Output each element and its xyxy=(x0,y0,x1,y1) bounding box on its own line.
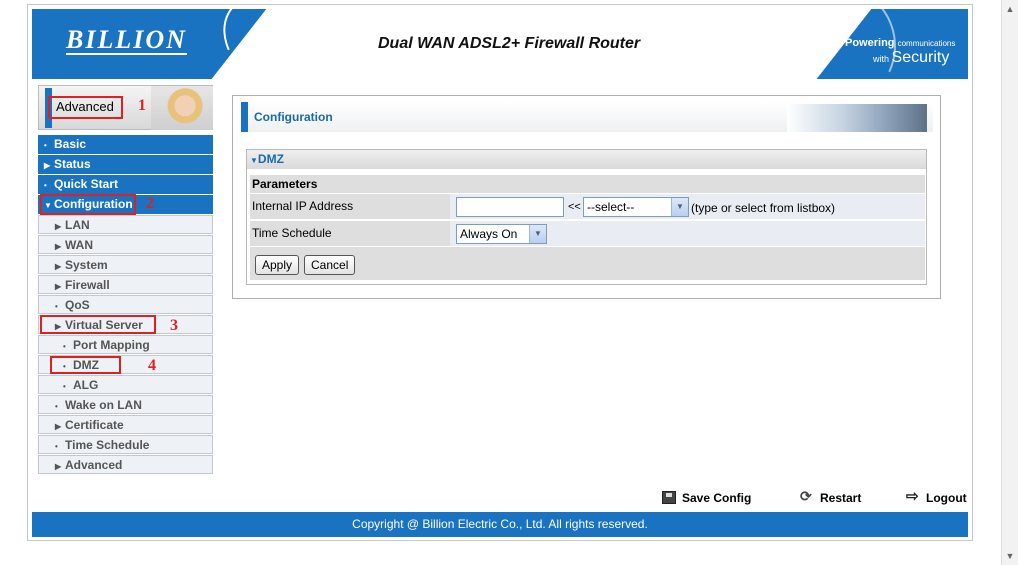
annotation-box-1 xyxy=(48,96,123,119)
sidebar-item-qos[interactable]: • QoS xyxy=(38,295,213,314)
restart-button[interactable]: Restart xyxy=(800,488,862,505)
internal-ip-value-cell: << --select-- ▼ (type or select from lis… xyxy=(452,194,925,219)
dmz-section-header[interactable]: ▼DMZ xyxy=(247,150,926,169)
sidebar-item-label: Status xyxy=(54,157,91,171)
internal-ip-row: Internal IP Address << --select-- ▼ (typ… xyxy=(250,194,925,219)
bullet-icon: • xyxy=(44,181,47,190)
cancel-button[interactable]: Cancel xyxy=(304,255,356,275)
annotation-box-3 xyxy=(40,315,156,334)
bullet-icon: • xyxy=(63,342,66,351)
internal-ip-label: Internal IP Address xyxy=(250,194,450,219)
sidebar-item-label: ALG xyxy=(73,378,99,392)
header-accent-bar xyxy=(241,102,248,132)
annotation-box-4 xyxy=(50,356,121,374)
section-title: Configuration xyxy=(254,110,333,124)
sidebar-item-label: Firewall xyxy=(65,278,110,292)
sidebar-item-alg[interactable]: • ALG xyxy=(38,375,213,394)
bullet-icon: • xyxy=(55,442,58,451)
chevron-down-icon[interactable]: ▼ xyxy=(671,198,688,216)
logout-label: Logout xyxy=(926,491,967,505)
logout-button[interactable]: Logout xyxy=(906,487,967,505)
sidebar-item-label: WAN xyxy=(65,238,93,252)
collapsed-arrow-icon: ▶ xyxy=(55,242,62,251)
collapsed-arrow-icon: ▶ xyxy=(55,422,62,431)
collapsed-arrow-icon: ▶ xyxy=(55,262,62,271)
collapsed-arrow-icon: ▶ xyxy=(44,161,51,170)
floppy-disk-icon xyxy=(662,491,676,504)
configuration-header: Configuration xyxy=(241,102,933,132)
sidebar-item-label: LAN xyxy=(65,218,90,232)
time-schedule-select[interactable]: Always On ▼ xyxy=(456,224,547,244)
internal-ip-input[interactable] xyxy=(456,197,564,217)
apply-button[interactable]: Apply xyxy=(255,255,300,275)
dmz-title: DMZ xyxy=(257,152,284,166)
tagline-powering: Powering communications xyxy=(845,37,956,49)
bullet-icon: • xyxy=(63,382,66,391)
ip-host-select[interactable]: --select-- ▼ xyxy=(583,197,689,217)
sidebar-item-wake-on-lan[interactable]: • Wake on LAN xyxy=(38,395,213,414)
sidebar-item-label: System xyxy=(65,258,108,272)
scroll-up-icon[interactable]: ▲ xyxy=(1003,2,1017,16)
sidebar-item-label: QoS xyxy=(65,298,90,312)
scroll-down-icon[interactable]: ▼ xyxy=(1003,549,1017,563)
sidebar-item-label: Quick Start xyxy=(54,177,119,191)
billion-logo: BILLION xyxy=(66,25,187,55)
tagline-security: with Security xyxy=(873,49,950,66)
sidebar-item-system[interactable]: ▶ System xyxy=(38,255,213,274)
sidebar-item-label: Time Schedule xyxy=(65,438,150,452)
collapsed-arrow-icon: ▶ xyxy=(55,462,62,471)
support-photo xyxy=(151,86,213,130)
annotation-number-3: 3 xyxy=(170,317,178,334)
parameters-heading: Parameters xyxy=(250,175,925,193)
sidebar-item-wan[interactable]: ▶ WAN xyxy=(38,235,213,254)
sidebar-item-status[interactable]: ▶ Status xyxy=(38,155,213,174)
collapsed-arrow-icon: ▶ xyxy=(55,282,62,291)
sidebar-item-lan[interactable]: ▶ LAN xyxy=(38,215,213,234)
sidebar-nav: • Basic ▶ Status • Quick Start ▼ Configuration ▶… xyxy=(38,135,213,475)
chevron-down-icon[interactable]: ▼ xyxy=(529,225,546,243)
sidebar-item-label: Wake on LAN xyxy=(65,398,142,412)
time-schedule-label: Time Schedule xyxy=(250,221,450,246)
annotation-number-1: 1 xyxy=(138,97,146,114)
annotation-number-4: 4 xyxy=(148,357,156,374)
sidebar-item-advanced[interactable]: ▶ Advanced xyxy=(38,455,213,474)
browser-scrollbar[interactable]: ▲ ▼ xyxy=(1001,0,1018,565)
sidebar-item-port-mapping[interactable]: • Port Mapping xyxy=(38,335,213,354)
logout-icon xyxy=(906,487,920,505)
time-schedule-select-value: Always On xyxy=(460,227,518,241)
save-config-button[interactable]: Save Config xyxy=(662,491,751,505)
sidebar-item-certificate[interactable]: ▶ Certificate xyxy=(38,415,213,434)
restart-label: Restart xyxy=(820,491,862,505)
header-office-image xyxy=(787,104,927,132)
bullet-icon: • xyxy=(55,302,58,311)
annotation-box-2 xyxy=(40,194,136,215)
sidebar-item-label: Basic xyxy=(54,137,87,151)
header-banner: BILLION Dual WAN ADSL2+ Firewall Router … xyxy=(32,9,968,79)
ip-hint-text: (type or select from listbox) xyxy=(691,201,836,215)
sidebar-item-basic[interactable]: • Basic xyxy=(38,135,213,154)
collapse-arrow-icon[interactable]: ▼ xyxy=(250,156,258,165)
sidebar-item-firewall[interactable]: ▶ Firewall xyxy=(38,275,213,294)
copy-arrow-text: << xyxy=(568,201,581,213)
sidebar-item-quick-start[interactable]: • Quick Start xyxy=(38,175,213,194)
dmz-section: ▼DMZ Parameters Internal IP Address << -… xyxy=(246,149,927,285)
restart-icon xyxy=(800,488,814,505)
button-row: Apply Cancel xyxy=(250,247,925,280)
sidebar-item-time-schedule[interactable]: • Time Schedule xyxy=(38,435,213,454)
sidebar-item-label: Certificate xyxy=(65,418,124,432)
page-title: Dual WAN ADSL2+ Firewall Router xyxy=(378,35,641,52)
save-config-label: Save Config xyxy=(682,491,752,505)
collapsed-arrow-icon: ▶ xyxy=(55,222,62,231)
time-schedule-row: Time Schedule Always On ▼ xyxy=(250,221,925,246)
bullet-icon: • xyxy=(55,402,58,411)
annotation-number-2: 2 xyxy=(146,195,154,212)
sidebar-item-label: Advanced xyxy=(65,458,123,472)
ip-host-select-value: --select-- xyxy=(587,200,635,214)
time-schedule-value-cell: Always On ▼ xyxy=(452,221,925,246)
sidebar-item-label: Port Mapping xyxy=(73,338,150,352)
footer-copyright: Copyright @ Billion Electric Co., Ltd. A… xyxy=(32,512,968,537)
bullet-icon: • xyxy=(44,141,47,150)
